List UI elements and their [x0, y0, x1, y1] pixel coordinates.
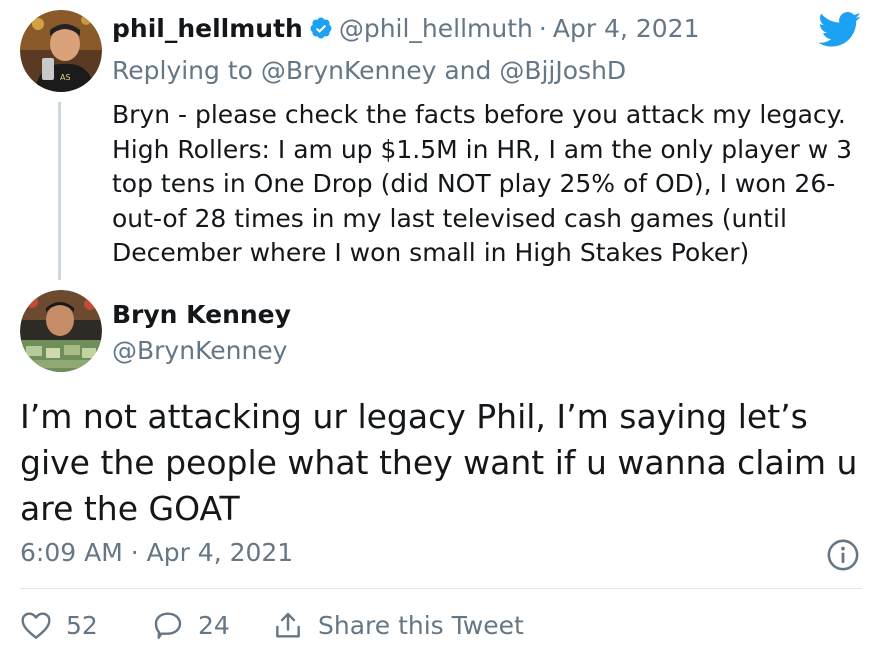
- avatar-phil-hellmuth[interactable]: AS: [20, 10, 102, 92]
- svg-text:AS: AS: [60, 73, 71, 82]
- replying-to-line: Replying to @BrynKenney and @BjjJoshD: [112, 56, 626, 85]
- reply-handle[interactable]: @phil_hellmuth: [339, 14, 533, 43]
- tweet-timestamp[interactable]: 6:09 AM · Apr 4, 2021: [20, 538, 293, 567]
- divider: [20, 588, 862, 589]
- share-button[interactable]: Share this Tweet: [272, 610, 524, 640]
- main-author-name[interactable]: Bryn Kenney: [112, 300, 291, 329]
- share-label: Share this Tweet: [318, 610, 524, 640]
- main-tweet-text: I’m not attacking ur legacy Phil, I’m sa…: [20, 397, 858, 528]
- separator-dot: ·: [538, 14, 547, 43]
- twitter-bird-icon[interactable]: [818, 12, 862, 52]
- reply-date[interactable]: Apr 4, 2021: [553, 14, 700, 43]
- mention-bjj-josh-d[interactable]: @BjjJoshD: [499, 56, 626, 85]
- main-author-handle[interactable]: @BrynKenney: [112, 336, 287, 365]
- like-count: 52: [66, 610, 98, 640]
- like-button[interactable]: 52: [20, 610, 98, 640]
- reply-author-name[interactable]: phil_hellmuth: [112, 14, 303, 43]
- reply-count: 24: [198, 610, 230, 640]
- mention-bryn-kenney[interactable]: @BrynKenney: [261, 56, 436, 85]
- info-icon[interactable]: [826, 538, 860, 576]
- reply-bubble-icon: [154, 612, 182, 639]
- reply-button[interactable]: 24: [152, 610, 230, 640]
- verified-badge-icon: [309, 16, 333, 46]
- heart-icon: [21, 612, 51, 639]
- avatar-bryn-kenney[interactable]: [20, 290, 102, 372]
- replying-conjunction: and: [444, 56, 492, 85]
- share-icon: [276, 612, 300, 638]
- thread-connector-line: [58, 102, 61, 280]
- replying-prefix: Replying to: [112, 56, 253, 85]
- reply-tweet-text: Bryn - please check the facts before you…: [112, 100, 853, 267]
- reply-tweet-header: phil_hellmuth @phil_hellmuth · Apr 4, 2021: [112, 14, 699, 46]
